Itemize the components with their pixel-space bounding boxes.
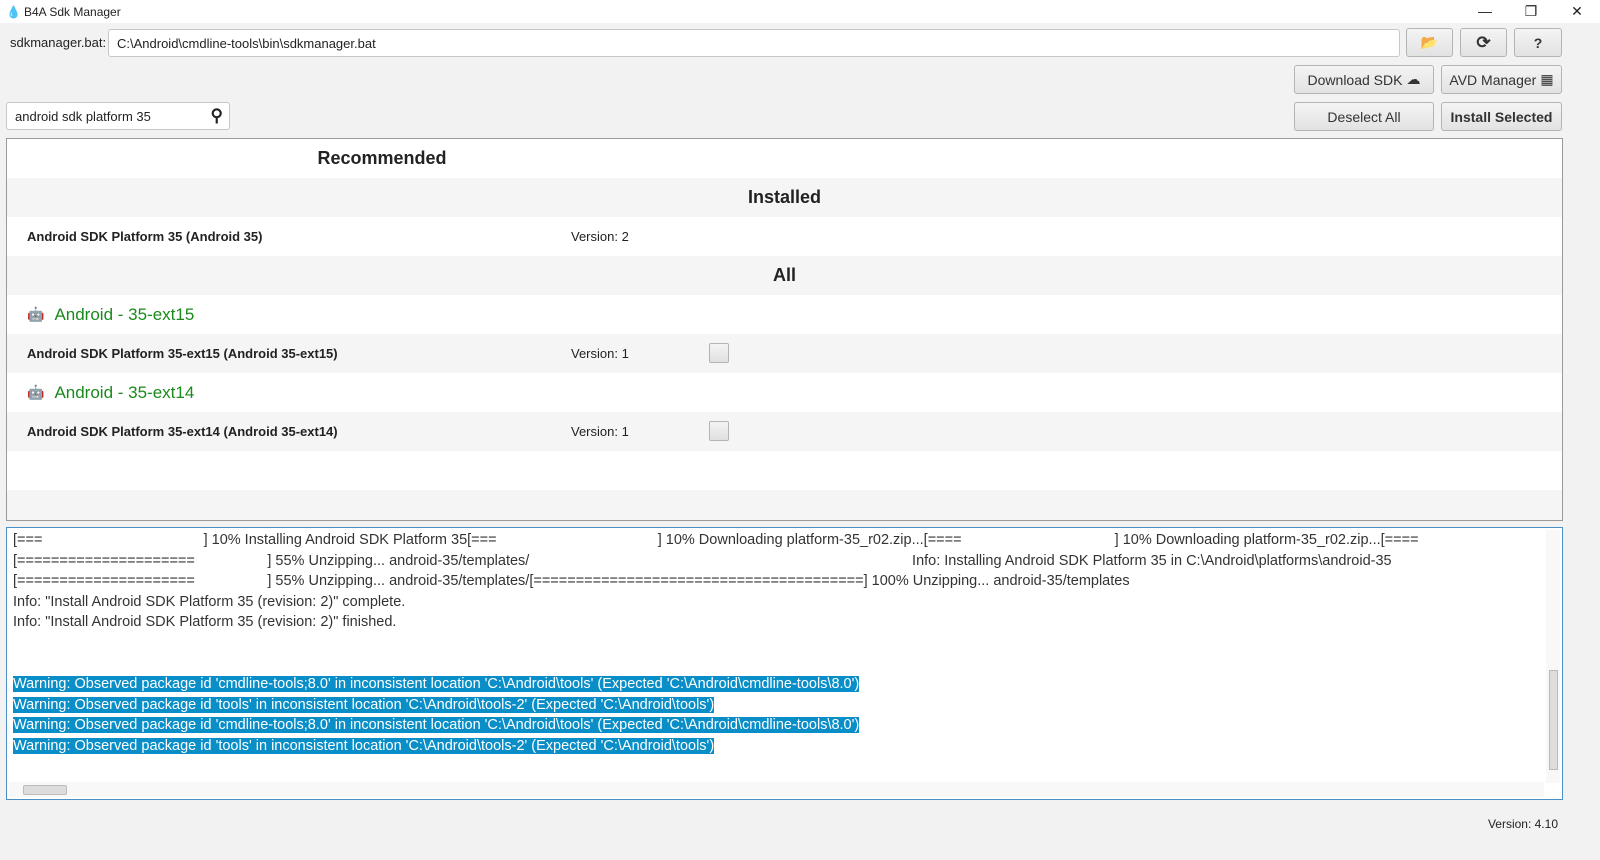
- package-name: Android SDK Platform 35-ext15 (Android 3…: [27, 346, 338, 361]
- deselect-all-button[interactable]: Deselect All: [1294, 102, 1434, 131]
- log-line: [===================== ] 55% Unzipping..…: [13, 573, 1130, 590]
- android-icon: 🤖: [27, 306, 45, 322]
- minimize-button[interactable]: —: [1462, 0, 1508, 23]
- horizontal-scrollbar[interactable]: [9, 782, 1544, 797]
- maximize-button[interactable]: ❐: [1508, 0, 1554, 23]
- search-icon[interactable]: ⚲: [211, 106, 223, 126]
- avd-manager-label: AVD Manager: [1449, 71, 1537, 88]
- folder-open-icon: 📂: [1420, 34, 1439, 50]
- refresh-button[interactable]: ⟳: [1460, 28, 1507, 57]
- warning-line: Warning: Observed package id 'tools' in …: [13, 737, 715, 754]
- android-icon: 🤖: [27, 384, 45, 400]
- group-header: 🤖 Android - 35-ext15: [7, 295, 1562, 334]
- log-line: Info: "Install Android SDK Platform 35 (…: [13, 593, 406, 610]
- scroll-thumb[interactable]: [23, 785, 67, 795]
- close-button[interactable]: ✕: [1554, 0, 1600, 23]
- avd-manager-button[interactable]: AVD Manager ▦: [1441, 65, 1562, 94]
- package-version: Version: 2: [571, 229, 629, 244]
- window-title: B4A Sdk Manager: [24, 4, 121, 19]
- package-checkbox[interactable]: [709, 421, 729, 441]
- browse-folder-button[interactable]: 📂: [1406, 28, 1453, 57]
- calculator-icon: ▦: [1540, 71, 1554, 87]
- app-logo-icon: 💧: [6, 4, 21, 19]
- sdkmanager-label: sdkmanager.bat:: [10, 35, 107, 50]
- title-bar: 💧 B4A Sdk Manager — ❐ ✕: [0, 0, 1600, 23]
- warning-line: Warning: Observed package id 'cmdline-to…: [13, 676, 860, 693]
- install-selected-button[interactable]: Install Selected: [1441, 102, 1562, 131]
- package-name: Android SDK Platform 35-ext14 (Android 3…: [27, 424, 338, 439]
- log-output[interactable]: [=== ] 10% Installing Android SDK Platfo…: [6, 527, 1563, 800]
- group-title: Android - 35-ext15: [54, 304, 195, 324]
- installed-item: Android SDK Platform 35 (Android 35) Ver…: [7, 217, 1562, 256]
- log-line: Info: "Install Android SDK Platform 35 (…: [13, 614, 397, 631]
- download-sdk-button[interactable]: Download SDK ☁: [1294, 65, 1434, 94]
- sdkmanager-path-input[interactable]: C:\Android\cmdline-tools\bin\sdkmanager.…: [108, 29, 1400, 57]
- package-version: Version: 1: [571, 424, 629, 439]
- help-icon: ?: [1533, 34, 1543, 51]
- package-item: Android SDK Platform 35-ext15 (Android 3…: [7, 334, 1562, 373]
- warning-line: Warning: Observed package id 'tools' in …: [13, 696, 715, 713]
- warning-line: Warning: Observed package id 'cmdline-to…: [13, 717, 860, 734]
- group-header: 🤖 Android - 35-ext14: [7, 373, 1562, 412]
- package-item: Android SDK Platform 35-ext14 (Android 3…: [7, 412, 1562, 451]
- search-value: android sdk platform 35: [15, 109, 151, 124]
- group-title: Android - 35-ext14: [54, 382, 195, 402]
- app-version: Version: 4.10: [1487, 817, 1558, 831]
- package-name: Android SDK Platform 35 (Android 35): [27, 229, 263, 244]
- package-list: Recommended Installed Android SDK Platfo…: [6, 138, 1563, 521]
- log-line: [===================== ] 55% Unzipping..…: [13, 552, 1392, 569]
- refresh-icon: ⟳: [1476, 32, 1491, 52]
- section-all: All: [772, 265, 796, 285]
- section-installed: Installed: [747, 187, 822, 207]
- scroll-thumb[interactable]: [1549, 670, 1558, 770]
- package-version: Version: 1: [571, 346, 629, 361]
- package-checkbox[interactable]: [709, 343, 729, 363]
- search-input[interactable]: android sdk platform 35 ⚲: [6, 102, 230, 130]
- section-recommended: Recommended: [7, 139, 757, 178]
- help-button[interactable]: ?: [1514, 28, 1562, 57]
- vertical-scrollbar[interactable]: [1546, 530, 1560, 783]
- log-line: [=== ] 10% Installing Android SDK Platfo…: [13, 532, 1419, 548]
- download-sdk-label: Download SDK: [1307, 71, 1403, 88]
- cloud-download-icon: ☁: [1406, 71, 1421, 87]
